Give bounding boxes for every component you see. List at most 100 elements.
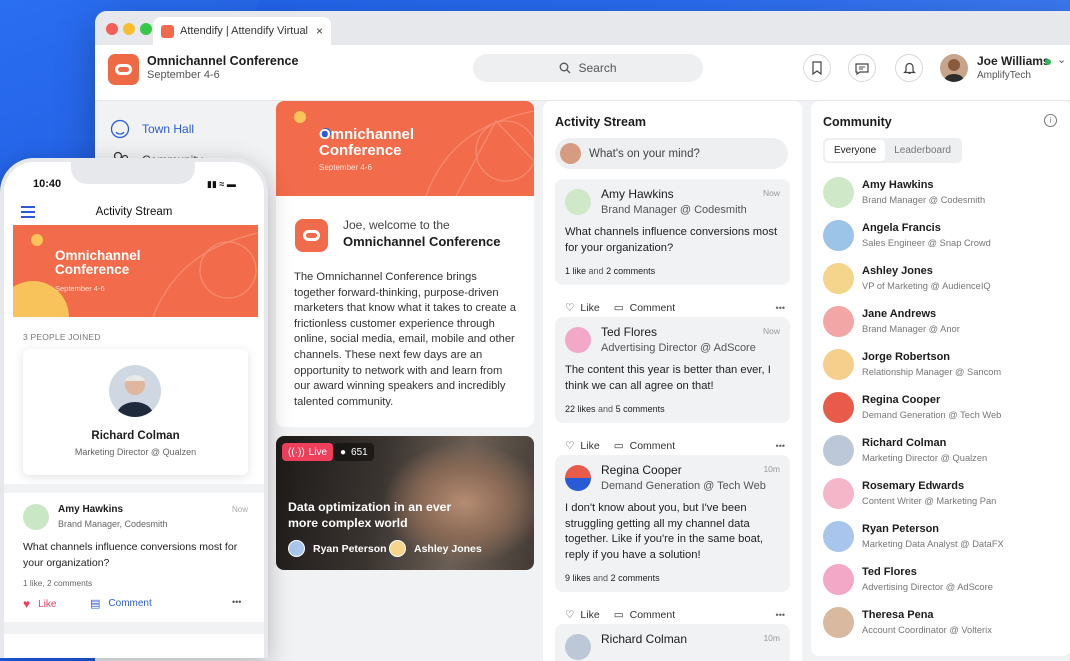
user-name[interactable]: Joe Williams [977,54,1050,68]
member-list-item[interactable]: Ashley Jones VP of Marketing @ AudienceIQ [823,263,1053,297]
comment-button[interactable]: ▭ Comment [614,302,675,314]
post-body: The content this year is better than eve… [565,364,771,392]
messages-button[interactable] [848,54,876,82]
divider [4,484,264,493]
comment-button[interactable]: ▭ Comment [614,440,675,452]
user-avatar[interactable] [940,54,968,82]
community-title: Community [823,115,892,129]
browser-titlebar: Attendify | Attendify Virtual E × [95,11,1070,45]
avatar [823,564,854,595]
conference-logo-icon [295,219,328,252]
member-list-item[interactable]: Amy Hawkins Brand Manager @ Codesmith [823,177,1053,211]
heart-icon: ♡ [565,302,575,314]
like-button[interactable]: ♡ Like [565,302,600,314]
tab-close-icon[interactable]: × [316,24,323,38]
live-session-card[interactable]: ((·)) Live ● 651 Data optimization in an e… [276,436,534,570]
compose-placeholder: What's on your mind? [589,147,700,160]
member-list-item[interactable]: Ryan Peterson Marketing Data Analyst @ Da… [823,521,1053,555]
post-counts[interactable]: 1 like and 2 comments [565,266,655,276]
comment-icon: ▭ [613,440,624,452]
avatar[interactable] [23,504,49,530]
bookmark-icon [812,61,822,75]
more-options-button[interactable]: ••• [776,610,785,620]
avatar [109,365,161,417]
home-icon [110,119,130,138]
minimize-window-button[interactable] [123,23,135,35]
viewer-count: ● 651 [334,443,374,461]
speaker-ashley-jones[interactable]: Ashley Jones [389,540,482,557]
member-list-item[interactable]: Jane Andrews Brand Manager @ Anor [823,306,1053,340]
avatar[interactable] [565,327,591,353]
member-name: Jane Andrews [862,308,937,320]
comment-button[interactable]: ▭ Comment [614,609,675,621]
info-icon[interactable]: i [1044,114,1057,127]
notifications-button[interactable] [895,54,923,82]
chevron-down-icon[interactable]: ⌄ [1057,53,1066,66]
close-window-button[interactable] [106,23,118,35]
joined-person-role: Marketing Director @ Qualzen [74,447,197,457]
compose-post-input[interactable]: What's on your mind? [555,138,788,169]
post-time: 10m [763,464,780,474]
browser-tab[interactable]: Attendify | Attendify Virtual E × [153,17,331,45]
like-button[interactable]: ♡ Like [565,440,600,452]
maximize-window-button[interactable] [140,23,152,35]
member-name: Regina Cooper [862,394,941,406]
avatar[interactable] [565,189,591,215]
heart-icon: ♡ [565,440,575,452]
member-role: Relationship Manager @ Sancom [862,367,1002,377]
post-time: Now [232,505,249,514]
avatar[interactable] [565,465,591,491]
more-options-button[interactable]: ••• [232,597,241,607]
bookmark-button[interactable] [803,54,831,82]
avatar [823,392,854,423]
tab-leaderboard[interactable]: Leaderboard [885,140,960,161]
sidebar-item-town-hall[interactable]: Town Hall [110,113,260,144]
speaker-ryan-peterson[interactable]: Ryan Peterson [288,540,387,557]
avatar[interactable] [565,634,591,660]
member-role: Marketing Data Analyst @ DataFX [862,539,1004,549]
divider [4,622,264,634]
welcome-body: The Omnichannel Conference brings togeth… [294,271,516,408]
person-icon: ● [340,446,347,458]
member-name: Jorge Robertson [862,351,951,363]
member-list-item[interactable]: Richard Colman Marketing Director @ Qualz… [823,435,1053,469]
member-list-item[interactable]: Jorge Robertson Relationship Manager @ Sa… [823,349,1053,383]
broadcast-icon: ((·)) [288,446,305,458]
member-list-item[interactable]: Rosemary Edwards Content Writer @ Marketi… [823,478,1053,512]
member-list-item[interactable]: Angela Francis Sales Engineer @ Snap Crow… [823,220,1053,254]
post-counts[interactable]: 9 likes and 2 comments [565,573,660,583]
post-counts[interactable]: 1 like, 2 comments [23,578,92,588]
more-options-button[interactable]: ••• [776,441,785,451]
member-name: Rosemary Edwards [862,480,965,492]
tab-everyone[interactable]: Everyone [825,140,886,161]
community-panel: Community i Everyone Leaderboard Amy Haw… [811,101,1070,656]
comment-button[interactable]: ▤ Comment [90,597,152,610]
avatar [823,349,854,380]
conference-logo-icon[interactable] [108,54,139,85]
post-body: What channels influence conversions most… [23,541,238,569]
post-counts[interactable]: 22 likes and 5 comments [565,404,665,414]
more-options-button[interactable]: ••• [776,303,785,313]
avatar [823,521,854,552]
post-author[interactable]: Amy Hawkins [58,504,123,515]
post-author[interactable]: Amy Hawkins [601,187,674,201]
member-list-item[interactable]: Ted Flores Advertising Director @ AdScore [823,564,1053,598]
post-actions: ♡ Like ▭ Comment ••• [565,440,785,452]
welcome-card: Omnichannel Conference September 4-6 Joe,… [276,101,534,427]
like-button[interactable]: ♡ Like [565,609,600,621]
member-role: Content Writer @ Marketing Pan [862,496,997,506]
member-list-item[interactable]: Theresa Pena Account Coordinator @ Volter… [823,607,1053,641]
comment-icon: ▭ [613,609,624,621]
post-author[interactable]: Regina Cooper [601,463,682,477]
search-input[interactable]: Search [473,54,703,82]
member-name: Amy Hawkins [862,179,934,191]
like-button[interactable]: ♥ Like [23,597,56,611]
post-author[interactable]: Ted Flores [601,325,657,339]
phone-banner: Omnichannel Conference September 4-6 [13,225,258,317]
avatar [823,306,854,337]
member-list-item[interactable]: Regina Cooper Demand Generation @ Tech We… [823,392,1053,426]
post-author[interactable]: Richard Colman [601,632,687,646]
joined-person-card[interactable]: Richard Colman Marketing Director @ Qual… [23,349,248,475]
search-icon [560,62,571,74]
attendify-favicon-icon [161,24,174,38]
